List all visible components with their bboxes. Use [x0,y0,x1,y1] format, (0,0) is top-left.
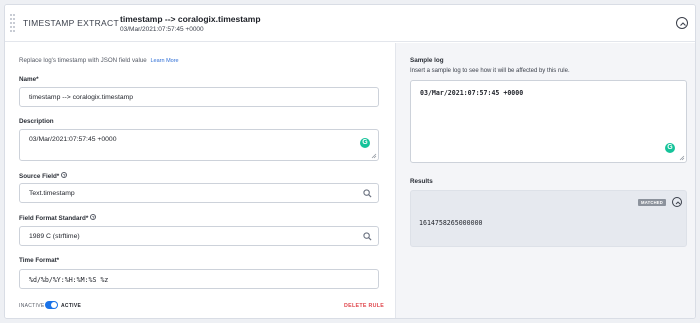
format-standard-value: 1989 C (strftime) [29,233,80,240]
time-format-input[interactable]: %d/%b/%Y:%H:%M:%S %z [19,269,379,289]
time-format-value: %d/%b/%Y:%H:%M:%S %z [29,276,109,284]
drag-handle-icon[interactable] [10,14,16,32]
search-icon[interactable] [363,189,372,198]
learn-more-link[interactable]: Learn More [150,58,178,64]
rule-type-label: TIMESTAMP EXTRACT [23,18,119,28]
search-icon[interactable] [363,232,372,241]
sample-log-hint: Insert a sample log to see how it will b… [410,68,570,74]
collapse-button[interactable] [676,17,688,29]
toggle-knob [51,302,57,308]
grammarly-icon[interactable]: G [665,143,675,153]
rule-header[interactable]: TIMESTAMP EXTRACT timestamp --> coralogi… [5,5,695,42]
description-label: Description [19,118,54,125]
toggle-inactive-label: INACTIVE [19,303,45,309]
rule-card: TIMESTAMP EXTRACT timestamp --> coralogi… [4,4,696,319]
sample-log-value: 03/Mar/2021:07:57:45 +0000 [420,89,524,97]
source-field-select[interactable]: Text.timestamp [19,183,379,203]
results-collapse-button[interactable] [672,197,682,207]
matched-badge: MATCHED [638,199,667,206]
chevron-up-icon [675,201,680,205]
resize-handle-icon[interactable] [679,155,685,161]
toggle-active-label: ACTIVE [61,303,82,309]
name-label: Name* [19,76,39,83]
rule-form: Replace log's timestamp with JSON field … [5,43,395,318]
description-value: 03/Mar/2021:07:57:45 +0000 [29,136,117,143]
rule-intro: Replace log's timestamp with JSON field … [19,57,179,64]
status-toggle-row: INACTIVE ACTIVE DELETE RULE [19,301,389,311]
grammarly-icon[interactable]: G [360,138,370,148]
delete-rule-button[interactable]: DELETE RULE [344,303,384,309]
sample-log-textarea[interactable]: 03/Mar/2021:07:57:45 +0000 G [410,80,687,163]
help-icon[interactable]: ? [90,214,97,220]
sample-log-label: Sample log [410,57,444,64]
active-toggle[interactable] [45,301,58,309]
format-standard-select[interactable]: 1989 C (strftime) [19,226,379,246]
intro-text: Replace log's timestamp with JSON field … [19,57,147,64]
rule-name-title: timestamp --> coralogix.timestamp [120,14,261,24]
help-icon[interactable]: ? [61,172,68,178]
results-panel: MATCHED 1614758265000000 [410,190,687,247]
format-standard-label: Field Format Standard*? [19,214,97,222]
resize-handle-icon[interactable] [371,153,377,159]
time-format-label: Time Format* [19,257,60,264]
results-label: Results [410,178,433,185]
source-field-value: Text.timestamp [29,190,75,197]
sample-panel: Sample log Insert a sample log to see ho… [395,43,695,318]
source-field-label: Source Field*? [19,172,68,180]
description-textarea[interactable]: 03/Mar/2021:07:57:45 +0000 G [19,129,379,161]
name-field[interactable]: timestamp --> coralogix.timestamp [19,87,379,107]
rule-subtitle: 03/Mar/2021:07:57:45 +0000 [120,26,204,33]
chevron-up-icon [680,22,686,26]
name-value: timestamp --> coralogix.timestamp [29,94,134,101]
results-value: 1614758265000000 [419,219,483,227]
